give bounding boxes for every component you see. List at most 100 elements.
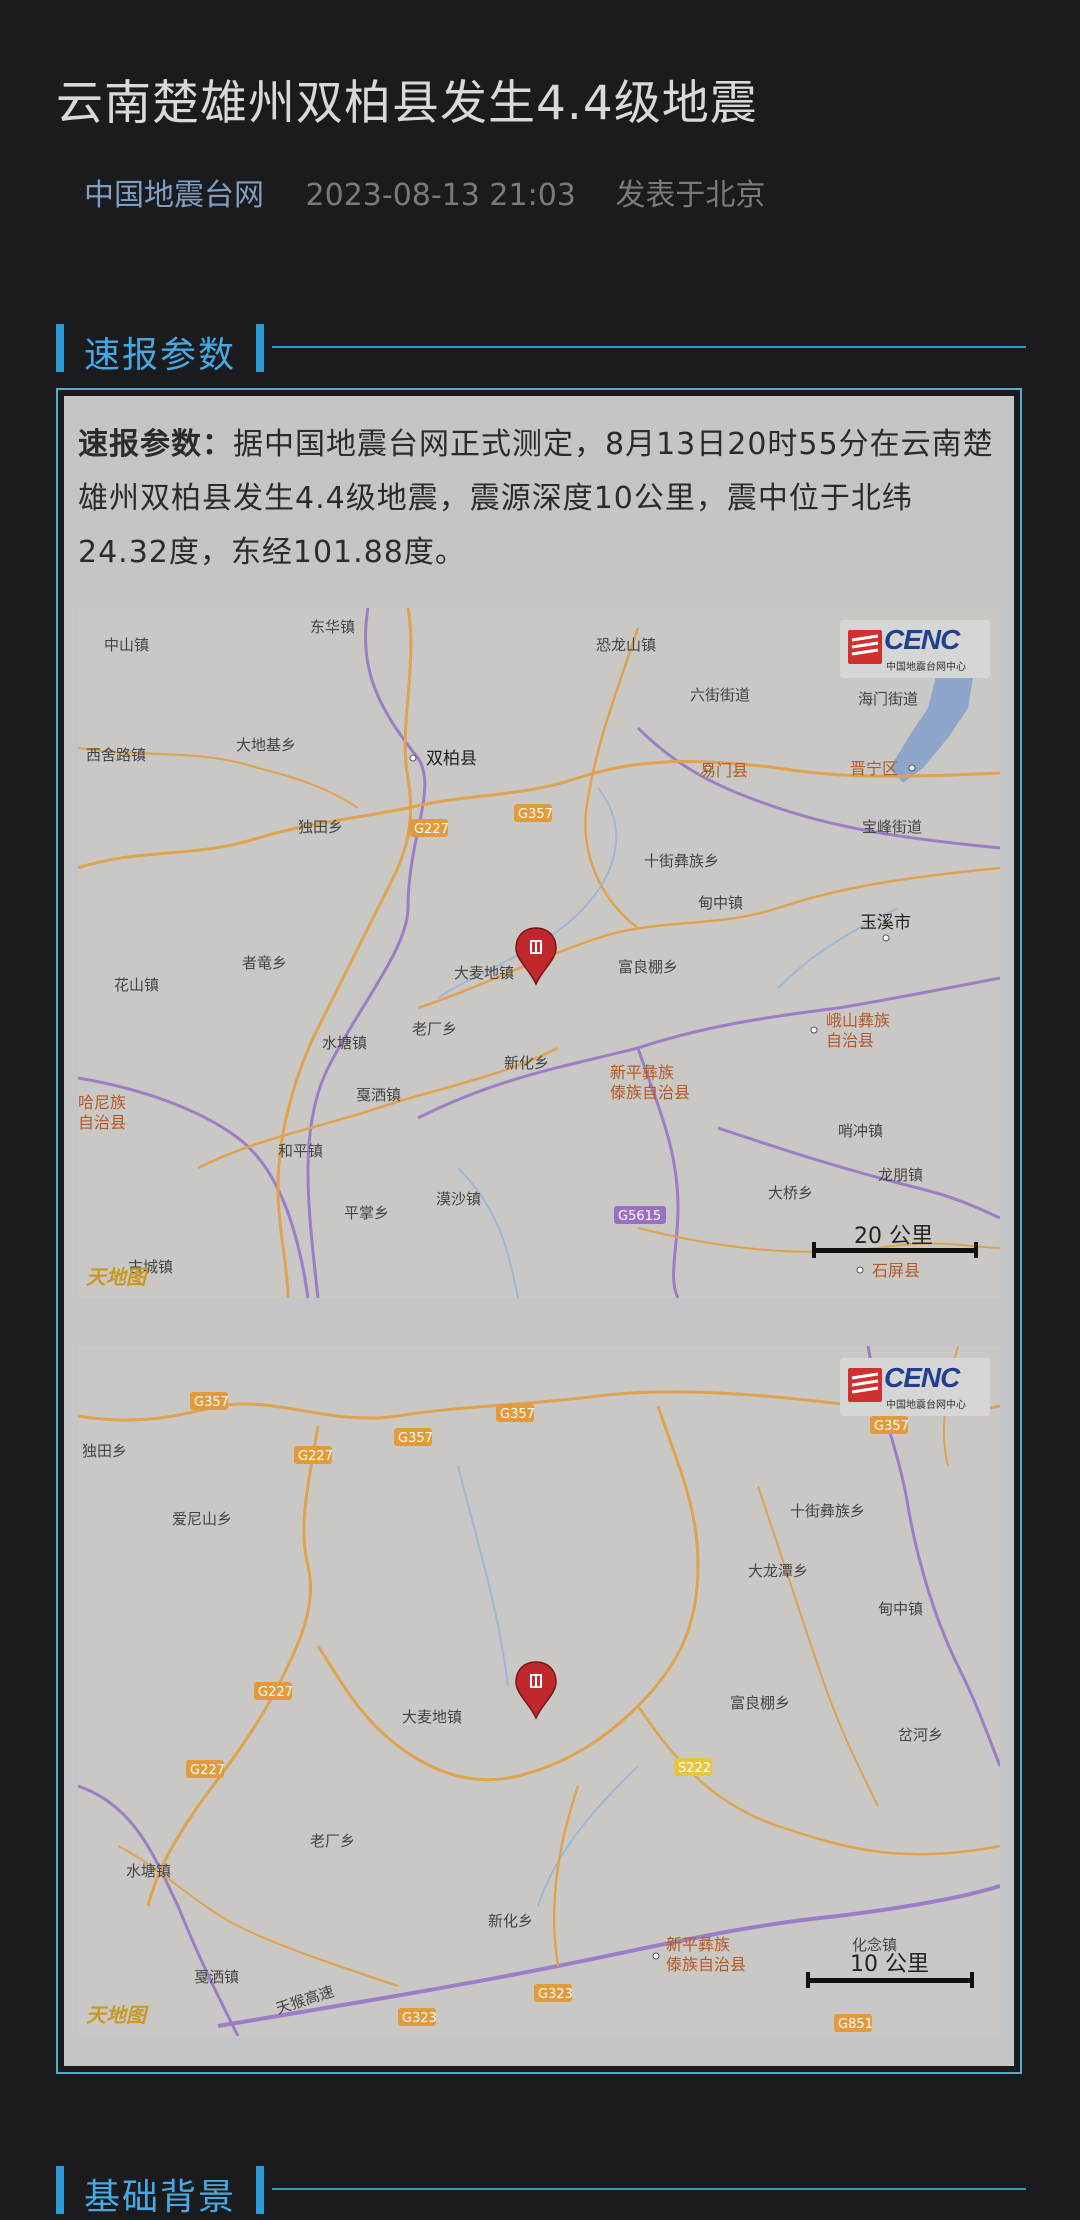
cenc-emblem-icon	[848, 630, 882, 664]
place-xisheroad: 西舍路镇	[86, 746, 146, 764]
place2-dutian: 独田乡	[82, 1442, 127, 1460]
heading-bar-left	[56, 2166, 64, 2214]
badge2-s222-text: S222	[678, 1761, 711, 1776]
place-gasa: 戛洒镇	[356, 1086, 401, 1104]
scale-label: 10 公里	[850, 1952, 929, 1977]
tianditu-watermark: 天地图	[86, 2003, 146, 2027]
place2-dianzhong: 甸中镇	[878, 1600, 923, 1618]
place-longpeng: 龙朋镇	[878, 1166, 923, 1184]
scale-tick-right	[970, 1972, 974, 1988]
place2-xinping2: 傣族自治县	[666, 1955, 746, 1974]
place-heping: 和平镇	[278, 1142, 323, 1160]
scale-bar	[814, 1248, 978, 1253]
map1-dot-yuxi	[882, 934, 890, 942]
map1-dot-jinning	[908, 764, 916, 772]
place-xinhua: 新化乡	[504, 1054, 549, 1072]
place-xiaojie: 哨冲镇	[838, 1122, 883, 1140]
cenc-subtitle: 中国地震台网中心	[886, 1400, 966, 1411]
map2-road-3	[316, 1405, 700, 1782]
map1-boundary-3	[417, 976, 1000, 1120]
source-link[interactable]: 中国地震台网	[84, 178, 264, 213]
map1-dot-eshan2	[810, 1026, 818, 1034]
scale-label: 20 公里	[854, 1224, 933, 1249]
publish-location: 发表于北京	[615, 178, 766, 213]
scale-tick-left	[806, 1972, 810, 1988]
map1-road	[276, 608, 413, 1298]
heading-bar-right	[256, 2166, 264, 2214]
place2-dalongtan: 大龙潭乡	[748, 1562, 808, 1580]
badge2-g357b-text: G357	[500, 1407, 535, 1422]
place-hala1: 哈尼族	[78, 1093, 126, 1112]
place2-damaidi: 大麦地镇	[402, 1708, 462, 1726]
article-title: 云南楚雄州双柏县发生4.4级地震	[56, 76, 758, 131]
map2-road-4	[636, 1705, 1000, 1856]
panel-body: 速报参数：据中国地震台网正式测定，8月13日20时55分在云南楚雄州双柏县发生4…	[64, 396, 1014, 2066]
badge2-g851-text: G851	[838, 2017, 873, 2032]
section-heading-background: 基础背景	[56, 2166, 1026, 2218]
map1-road-5	[584, 627, 640, 929]
place-baofeng: 宝峰街道	[862, 818, 922, 836]
place2-yahe: 岔河乡	[898, 1726, 943, 1744]
map1-boundary-2	[636, 726, 1000, 850]
heading-bar-left	[56, 324, 64, 372]
place2-xinping1: 新平彝族	[666, 1935, 730, 1954]
map1-boundary-6	[717, 1126, 1000, 1220]
cenc-logo: CENC 中国地震台网中心	[840, 620, 990, 678]
place-dadiji: 大地基乡	[236, 736, 296, 754]
place-konglongshan: 恐龙山镇	[596, 636, 656, 654]
badge2-g227c-text: G227	[190, 1763, 225, 1778]
place-donghua: 东华镇	[310, 618, 355, 636]
params-paragraph: 速报参数：据中国地震台网正式测定，8月13日20时55分在云南楚雄州双柏县发生4…	[78, 418, 996, 580]
place-pingzhang: 平掌乡	[344, 1204, 389, 1222]
place-eshan: 易门县	[700, 761, 748, 780]
place2-ainishan: 爱尼山乡	[172, 1510, 232, 1528]
place-eshan3: 自治县	[826, 1031, 874, 1050]
badge-g227-text: G227	[414, 822, 449, 837]
epicenter-map-local[interactable]: G357 G357 G357 G357 G227 G227 G227 S222 …	[78, 1346, 1000, 2036]
badge2-g357a-text: G357	[194, 1395, 229, 1410]
place-damaidi: 大麦地镇	[454, 964, 514, 982]
scale-tick-left	[812, 1242, 816, 1258]
epicenter-map-regional[interactable]: G227 G357 G5615 中山镇 东华镇 恐龙山镇 六街街道 海门街道 西…	[78, 608, 1000, 1298]
section-heading-params: 速报参数	[56, 324, 1026, 376]
place-hala2: 自治县	[78, 1113, 126, 1132]
map1-road-3	[417, 866, 1000, 1010]
place2-shuitang: 水塘镇	[126, 1862, 171, 1880]
place-shijie: 十街彝族乡	[644, 852, 719, 870]
params-panel: 速报参数：据中国地震台网正式测定，8月13日20时55分在云南楚雄州双柏县发生4…	[56, 388, 1022, 2074]
map2-dot-xinping	[652, 1952, 660, 1960]
badge2-g227a-text: G227	[298, 1449, 333, 1464]
place-zhelong: 者竜乡	[242, 954, 287, 972]
map2-river	[457, 1465, 509, 1687]
badge2-g323a-text: G323	[538, 1987, 573, 2002]
epicenter-pin-icon[interactable]	[515, 927, 557, 986]
badge-g357-text: G357	[518, 807, 553, 822]
tianditu-watermark: 天地图	[86, 1265, 146, 1289]
place2-shijie: 十街彝族乡	[790, 1502, 865, 1520]
map2-road-5	[552, 1785, 580, 1967]
map1-dot-shiping	[856, 1266, 864, 1274]
epicenter-pin-icon[interactable]	[515, 1661, 557, 1720]
cenc-emblem-icon	[848, 1368, 882, 1402]
place2-xinhua: 新化乡	[488, 1912, 533, 1930]
heading-bar-right	[256, 324, 264, 372]
place-dutian: 独田乡	[298, 818, 343, 836]
place-laochang: 老厂乡	[412, 1020, 457, 1038]
place-shuangbai: 双柏县	[426, 749, 477, 769]
badge2-g357d-text: G357	[874, 1419, 909, 1434]
place-eshan2: 峨山彝族	[826, 1011, 890, 1030]
badge-g5615-text: G5615	[618, 1209, 661, 1224]
place2-laochang: 老厂乡	[310, 1832, 355, 1850]
cenc-subtitle: 中国地震台网中心	[886, 662, 966, 673]
publish-time: 2023-08-13 21:03	[305, 178, 576, 213]
place-xinping1: 新平彝族	[610, 1063, 674, 1082]
article-meta: 中国地震台网 2023-08-13 21:03 发表于北京	[84, 170, 765, 214]
place-shuitang: 水塘镇	[322, 1034, 367, 1052]
cenc-wordmark: CENC	[884, 624, 960, 655]
place-xinping2: 傣族自治县	[610, 1083, 690, 1102]
map2-road-2	[146, 1425, 320, 1907]
scale-tick-right	[974, 1242, 978, 1258]
place-yuxi: 玉溪市	[860, 913, 911, 933]
section-title: 基础背景	[84, 2177, 237, 2218]
cenc-logo: CENC 中国地震台网中心	[840, 1358, 990, 1416]
